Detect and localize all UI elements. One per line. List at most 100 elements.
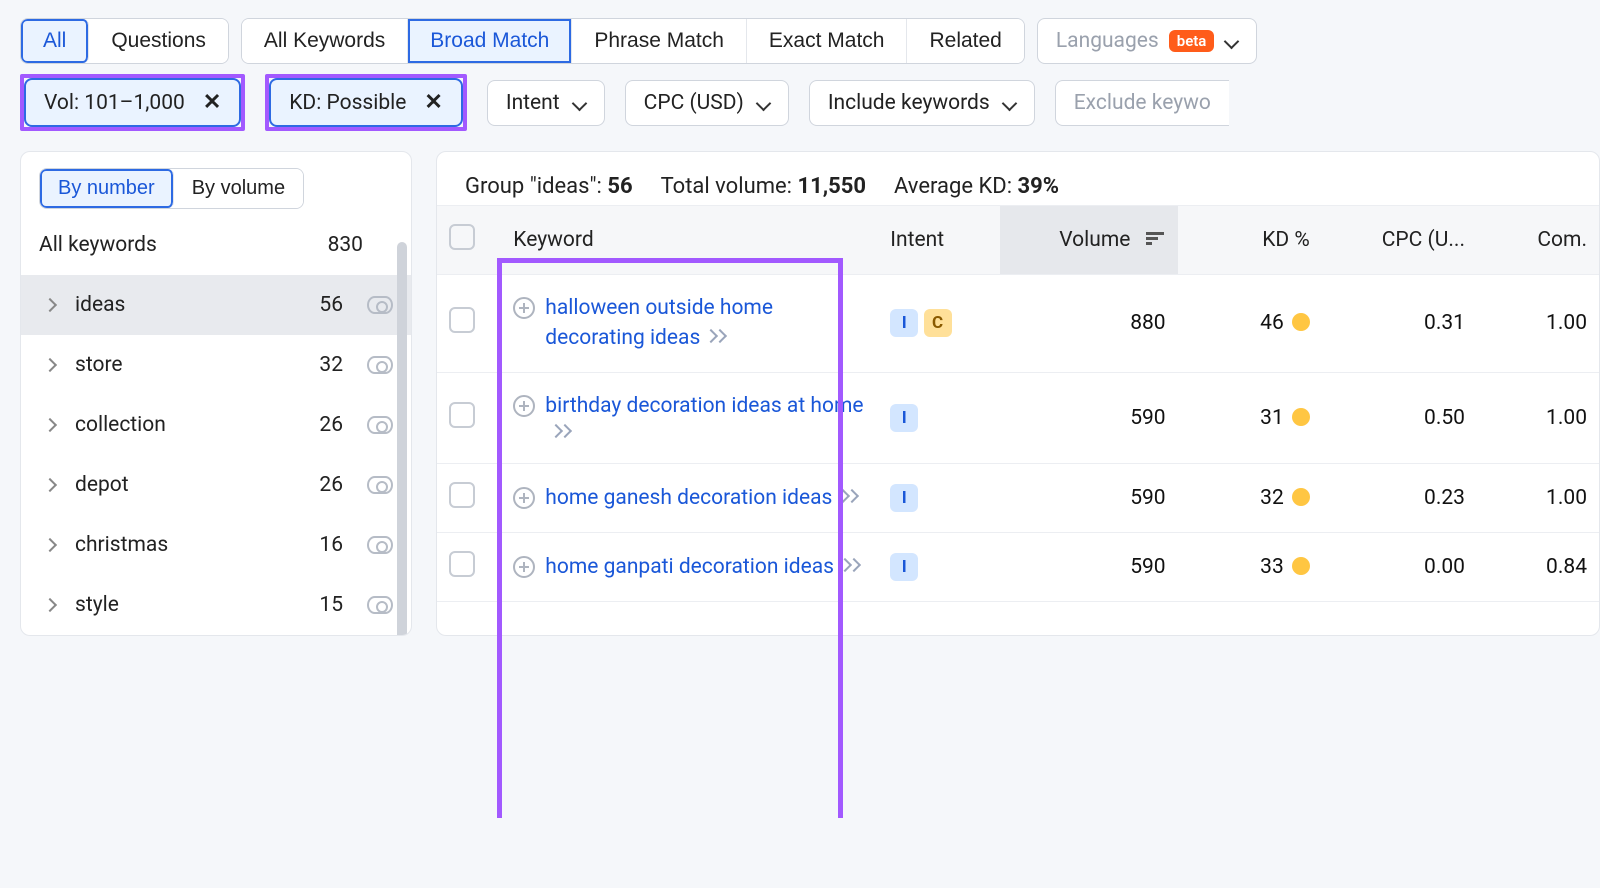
eye-icon[interactable] — [367, 416, 393, 434]
volume-cell: 590 — [1000, 464, 1177, 533]
filter-intent-label: Intent — [506, 91, 560, 115]
add-keyword-icon[interactable] — [513, 487, 535, 509]
double-chevron-icon[interactable] — [551, 424, 575, 440]
eye-icon[interactable] — [367, 296, 393, 314]
col-volume[interactable]: Volume — [1000, 206, 1177, 275]
group-item-style[interactable]: style 15 — [21, 575, 411, 635]
kd-dot-icon — [1292, 488, 1310, 506]
group-count: 32 — [309, 353, 343, 377]
col-kd[interactable]: KD % — [1178, 206, 1322, 275]
chevron-right-icon — [45, 598, 59, 612]
group-count: 26 — [309, 473, 343, 497]
table-row: home ganesh decoration ideasI590320.231.… — [437, 464, 1599, 533]
add-keyword-icon[interactable] — [513, 395, 535, 417]
beta-badge: beta — [1169, 30, 1215, 52]
row-checkbox[interactable] — [449, 307, 475, 333]
add-keyword-icon[interactable] — [513, 556, 535, 578]
close-icon[interactable]: ✕ — [424, 90, 442, 115]
group-count: 16 — [309, 533, 343, 557]
languages-dropdown[interactable]: Languages beta — [1037, 18, 1258, 64]
eye-icon[interactable] — [367, 596, 393, 614]
scrollbar-thumb[interactable] — [397, 242, 407, 636]
kd-cell: 32 — [1178, 464, 1322, 533]
group-name: ideas — [75, 293, 293, 317]
tab-related[interactable]: Related — [907, 19, 1023, 63]
group-item-collection[interactable]: collection26 — [21, 395, 411, 455]
all-keywords-label: All keywords — [39, 233, 157, 257]
table-row: home ganpati decoration ideasI590330.000… — [437, 533, 1599, 602]
intent-badge-i: I — [890, 553, 918, 581]
total-volume-label: Total volume: — [661, 174, 798, 199]
group-item-depot[interactable]: depot 26 — [21, 455, 411, 515]
group-item-store[interactable]: store32 — [21, 335, 411, 395]
top-tabs-row: All Questions All Keywords Broad Match P… — [0, 0, 1600, 74]
keyword-link[interactable]: birthday decoration ideas at home — [545, 394, 863, 418]
match-tab-group: All Keywords Broad Match Phrase Match Ex… — [241, 18, 1025, 64]
col-cpc[interactable]: CPC (U... — [1322, 206, 1477, 275]
filter-cpc[interactable]: CPC (USD) — [625, 80, 789, 126]
kd-cell: 46 — [1178, 275, 1322, 373]
tab-phrase-match[interactable]: Phrase Match — [572, 19, 747, 63]
filter-exclude-keywords[interactable]: Exclude keywo — [1055, 80, 1229, 126]
col-intent[interactable]: Intent — [878, 206, 1000, 275]
close-icon[interactable]: ✕ — [203, 90, 221, 115]
languages-label: Languages — [1056, 29, 1159, 53]
group-name: style — [75, 593, 293, 617]
cpc-cell: 0.23 — [1322, 464, 1477, 533]
filter-row: Vol: 101–1,000 ✕ KD: Possible ✕ Intent C… — [0, 74, 1600, 151]
eye-icon[interactable] — [367, 536, 393, 554]
group-count: 15 — [309, 593, 343, 617]
double-chevron-icon[interactable] — [838, 489, 862, 505]
keyword-link[interactable]: halloween outside home decorating ideas — [545, 296, 773, 350]
volume-cell: 590 — [1000, 533, 1177, 602]
filter-kd-label: KD: Possible — [289, 91, 406, 115]
group-count: 56 — [309, 293, 343, 317]
col-checkbox — [437, 206, 501, 275]
group-item-ideas[interactable]: ideas 56 — [21, 275, 411, 335]
chevron-right-icon — [45, 418, 59, 432]
row-checkbox[interactable] — [449, 482, 475, 508]
tab-all-keywords[interactable]: All Keywords — [242, 19, 408, 63]
intent-badge-i: I — [890, 484, 918, 512]
double-chevron-icon[interactable] — [840, 558, 864, 574]
cpc-cell: 0.31 — [1322, 275, 1477, 373]
intent-badge-i: I — [890, 309, 918, 337]
chevron-right-icon — [45, 538, 59, 552]
eye-icon[interactable] — [367, 476, 393, 494]
add-keyword-icon[interactable] — [513, 297, 535, 319]
eye-icon[interactable] — [367, 356, 393, 374]
chevron-down-icon — [756, 96, 770, 110]
keyword-group-list: ideas 56 store32collection26 depot 26 christm… — [21, 275, 411, 635]
kd-dot-icon — [1292, 313, 1310, 331]
volume-cell: 880 — [1000, 275, 1177, 373]
filter-kd[interactable]: KD: Possible ✕ — [269, 78, 463, 127]
keyword-link[interactable]: home ganesh decoration ideas — [545, 486, 832, 510]
keyword-link[interactable]: home ganpati decoration ideas — [545, 555, 834, 579]
group-item-christmas[interactable]: christmas16 — [21, 515, 411, 575]
intent-badge-i: I — [890, 404, 918, 432]
col-com[interactable]: Com. — [1477, 206, 1599, 275]
tab-exact-match[interactable]: Exact Match — [747, 19, 908, 63]
double-chevron-icon[interactable] — [706, 329, 730, 345]
row-checkbox[interactable] — [449, 551, 475, 577]
tab-all[interactable]: All — [21, 19, 89, 63]
sort-by-volume[interactable]: By volume — [174, 169, 303, 208]
intent-badge-c: C — [924, 309, 952, 337]
filter-cpc-label: CPC (USD) — [644, 91, 744, 115]
filter-include-keywords[interactable]: Include keywords — [809, 80, 1035, 126]
group-count: 56 — [607, 174, 632, 199]
col-keyword[interactable]: Keyword — [501, 206, 878, 275]
row-checkbox[interactable] — [449, 402, 475, 428]
select-all-checkbox[interactable] — [449, 224, 475, 250]
tab-questions[interactable]: Questions — [89, 19, 228, 63]
filter-volume[interactable]: Vol: 101–1,000 ✕ — [24, 78, 241, 127]
all-keywords-row[interactable]: All keywords 830 — [21, 209, 411, 275]
sort-by-number[interactable]: By number — [40, 169, 174, 208]
chevron-right-icon — [45, 358, 59, 372]
keywords-table: Keyword Intent Volume KD % CPC (U... Com… — [437, 205, 1599, 602]
group-name: depot — [75, 473, 293, 497]
tab-broad-match[interactable]: Broad Match — [408, 19, 572, 63]
filter-intent[interactable]: Intent — [487, 80, 605, 126]
stats-line: Group "ideas": 56 Total volume: 11,550 A… — [437, 152, 1599, 205]
intent-cell: I — [878, 372, 1000, 463]
